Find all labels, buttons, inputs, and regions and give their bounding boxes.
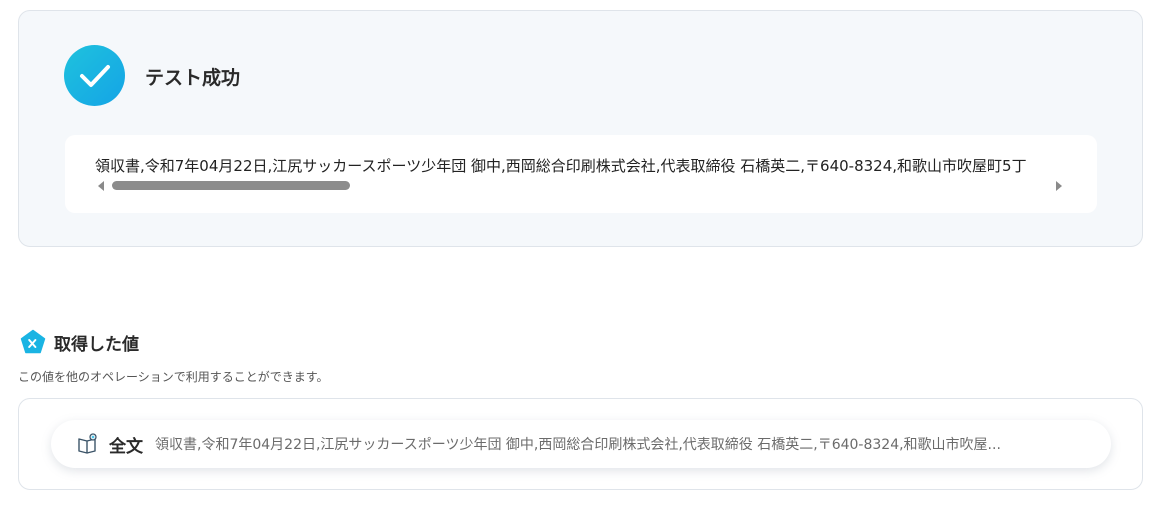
- book-icon: [78, 433, 97, 454]
- variable-pentagon-icon: [20, 329, 46, 354]
- scroll-right-arrow-icon[interactable]: [1056, 181, 1062, 191]
- value-item-label: 全文: [109, 436, 143, 457]
- obtained-values-description: この値を他のオペレーションで利用することができます。: [18, 370, 329, 384]
- success-check-icon: [64, 45, 125, 106]
- test-result-title: テスト成功: [145, 67, 241, 89]
- value-item-text: 領収書,令和7年04月22日,江尻サッカースポーツ少年団 御中,西岡総合印刷株式…: [155, 437, 1001, 453]
- value-item-full-text[interactable]: 全文 領収書,令和7年04月22日,江尻サッカースポーツ少年団 御中,西岡総合印…: [51, 420, 1111, 468]
- obtained-values-title: 取得した値: [54, 335, 139, 355]
- test-output-box: 領収書,令和7年04月22日,江尻サッカースポーツ少年団 御中,西岡総合印刷株式…: [65, 135, 1097, 213]
- test-result-panel: テスト成功 領収書,令和7年04月22日,江尻サッカースポーツ少年団 御中,西岡…: [18, 10, 1143, 247]
- scroll-left-arrow-icon[interactable]: [98, 181, 104, 191]
- horizontal-scrollbar-thumb[interactable]: [112, 181, 350, 190]
- obtained-values-panel: 全文 領収書,令和7年04月22日,江尻サッカースポーツ少年団 御中,西岡総合印…: [18, 398, 1143, 490]
- test-output-text: 領収書,令和7年04月22日,江尻サッカースポーツ少年団 御中,西岡総合印刷株式…: [95, 157, 1027, 175]
